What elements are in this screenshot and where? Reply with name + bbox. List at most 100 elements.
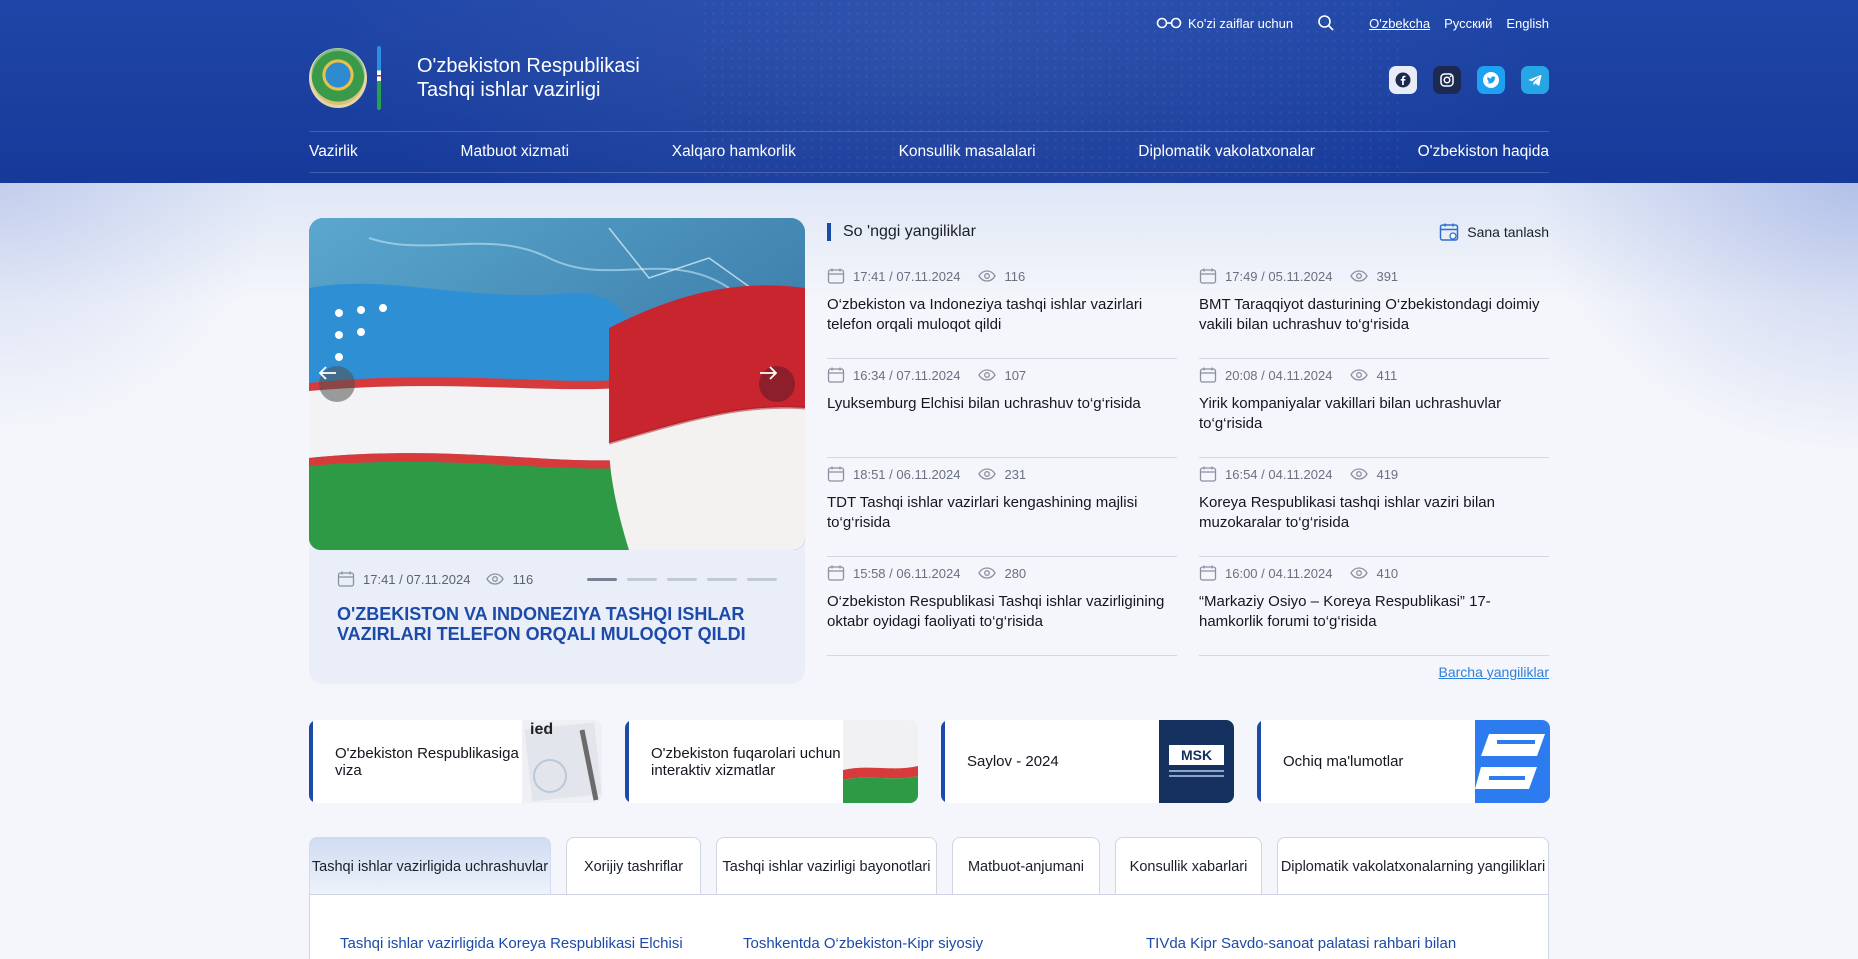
date-picker-button[interactable]: Sana tanlash xyxy=(1439,222,1549,242)
lang-uz[interactable]: O'zbekcha xyxy=(1369,16,1430,31)
hero-title[interactable]: O'zbekiston va Indoneziya tashqi ishlar … xyxy=(337,604,777,644)
calendar-icon xyxy=(1199,367,1217,383)
nav-konsullik-masalalari[interactable]: Konsullik masalalari xyxy=(899,143,1036,161)
news-item[interactable]: 18:51 / 06.11.2024 231 TDT Tashqi ishlar v… xyxy=(827,458,1177,557)
news-meta: 18:51 / 06.11.2024 231 xyxy=(827,465,1177,483)
hero-image-flags[interactable] xyxy=(309,218,805,550)
nav-matbuot-xizmati[interactable]: Matbuot xizmati xyxy=(461,143,570,161)
search-icon[interactable] xyxy=(1317,14,1335,32)
nav-vazirlik[interactable]: Vazirlik xyxy=(309,143,358,161)
news-title[interactable]: Lyuksemburg Elchisi bilan uchrashuv to‘g… xyxy=(827,394,1177,414)
lang-en[interactable]: English xyxy=(1506,16,1549,31)
flag-stripe xyxy=(377,46,381,110)
panel-news-link[interactable]: Toshkentda O‘zbekiston-Kipr siyosiy xyxy=(743,935,983,952)
news-title[interactable]: O‘zbekiston Respublikasi Tashqi ishlar v… xyxy=(827,592,1177,632)
calendar-icon xyxy=(1440,223,1459,241)
eye-icon xyxy=(1350,567,1369,579)
card-visa[interactable]: O'zbekiston Respublikasiga viza ied xyxy=(309,720,602,803)
news-views: 116 xyxy=(1004,268,1026,284)
all-news-link[interactable]: Barcha yangiliklar xyxy=(1439,664,1550,680)
nav-diplomatik-vakolatxonalar[interactable]: Diplomatik vakolatxonalar xyxy=(1138,143,1315,161)
eye-icon xyxy=(486,573,505,585)
news-datetime: 18:51 / 06.11.2024 xyxy=(853,466,961,482)
news-title[interactable]: Yirik kompaniyalar vakillari bilan uchra… xyxy=(1199,394,1549,434)
calendar-icon xyxy=(337,571,355,587)
nav-xalqaro-hamkorlik[interactable]: Xalqaro hamkorlik xyxy=(672,143,796,161)
tab-diplomatic-missions-news[interactable]: Diplomatik vakolatxonalarning yangilikla… xyxy=(1277,837,1549,895)
tab-meetings[interactable]: Tashqi ishlar vazirligida uchrashuvlar xyxy=(309,837,551,895)
news-item[interactable]: 16:34 / 07.11.2024 107 Lyuksemburg Elchisi… xyxy=(827,359,1177,458)
news-item[interactable]: 16:54 / 04.11.2024 419 Koreya Respublikasi… xyxy=(1199,458,1549,557)
accessibility-label: Ko'zi zaiflar uchun xyxy=(1188,15,1294,31)
news-item[interactable]: 17:41 / 07.11.2024 116 O‘zbekiston va Indo… xyxy=(827,260,1177,359)
lang-ru[interactable]: Русский xyxy=(1444,16,1492,31)
background-glow-left xyxy=(0,183,320,483)
calendar-icon xyxy=(1199,565,1217,581)
slider-pagination xyxy=(587,578,777,581)
news-meta: 15:58 / 06.11.2024 280 xyxy=(827,564,1177,582)
slider-dot[interactable] xyxy=(747,578,777,581)
news-meta: 17:49 / 05.11.2024 391 xyxy=(1199,267,1549,285)
site-header: Ko'zi zaiflar uchun O'zbekcha Русский En… xyxy=(0,0,1858,183)
visa-thumb-text: ied xyxy=(530,721,553,738)
slider-next-button[interactable] xyxy=(759,366,795,402)
news-item[interactable]: 17:49 / 05.11.2024 391 BMT Taraqqiyot dast… xyxy=(1199,260,1549,359)
news-views: 391 xyxy=(1376,268,1399,284)
tab-press-conference[interactable]: Matbuot-anjumani xyxy=(952,837,1100,895)
calendar-icon xyxy=(827,367,845,383)
latest-news: So 'nggi yangiliklar Sana tanlash 17:41 … xyxy=(827,218,1549,680)
slider-dot[interactable] xyxy=(627,578,657,581)
open-data-logo xyxy=(1475,720,1550,803)
panel-news-link[interactable]: TIVda Kipr Savdo-sanoat palatasi rahbari… xyxy=(1146,935,1456,952)
panel-news-link[interactable]: Tashqi ishlar vazirligida Koreya Respubl… xyxy=(340,935,683,952)
news-item[interactable]: 15:58 / 06.11.2024 280 O‘zbekiston Respubl… xyxy=(827,557,1177,656)
hero-slider[interactable]: 17:41 / 07.11.2024 116 O'zbekiston va In… xyxy=(309,218,805,684)
card-label: Saylov - 2024 xyxy=(967,753,1059,770)
news-title[interactable]: TDT Tashqi ishlar vazirlari kengashining… xyxy=(827,493,1177,533)
social-links xyxy=(1389,66,1549,94)
topbar: Ko'zi zaiflar uchun O'zbekcha Русский En… xyxy=(309,10,1549,36)
news-title[interactable]: BMT Taraqqiyot dasturining O‘zbekistonda… xyxy=(1199,295,1549,335)
news-views: 107 xyxy=(1004,367,1027,383)
hero-datetime: 17:41 / 07.11.2024 xyxy=(363,571,471,587)
glasses-icon xyxy=(1156,17,1182,29)
slider-dot[interactable] xyxy=(667,578,697,581)
slider-prev-button[interactable] xyxy=(319,366,355,402)
news-item[interactable]: 20:08 / 04.11.2024 411 Yirik kompaniyalar … xyxy=(1199,359,1549,458)
tab-consular-news[interactable]: Konsullik xabarlari xyxy=(1115,837,1262,895)
slider-dot[interactable] xyxy=(587,578,617,581)
twitter-icon[interactable] xyxy=(1477,66,1505,94)
calendar-icon xyxy=(1199,268,1217,284)
news-views: 410 xyxy=(1376,565,1399,581)
news-title[interactable]: “Markaziy Osiyo – Koreya Respublikasi” 1… xyxy=(1199,592,1549,632)
tab-statements[interactable]: Tashqi ishlar vazirligi bayonotlari xyxy=(716,837,937,895)
tab-foreign-visits[interactable]: Xorijiy tashriflar xyxy=(566,837,701,895)
news-title[interactable]: Koreya Respublikasi tashqi ishlar vaziri… xyxy=(1199,493,1549,533)
arrow-right-icon xyxy=(760,366,777,380)
nav-ozbekiston-haqida[interactable]: O'zbekiston haqida xyxy=(1418,143,1549,161)
eye-icon xyxy=(1350,270,1369,282)
brand[interactable]: O'zbekiston Respublikasi Tashqi ishlar v… xyxy=(309,44,1549,112)
facebook-icon[interactable] xyxy=(1389,66,1417,94)
card-open-data[interactable]: Ochiq ma'lumotlar xyxy=(1257,720,1550,803)
news-item[interactable]: 16:00 / 04.11.2024 410 “Markaziy Osiyo – K… xyxy=(1199,557,1549,656)
hero-meta: 17:41 / 07.11.2024 116 xyxy=(337,570,533,588)
brand-title: O'zbekiston Respublikasi Tashqi ishlar v… xyxy=(417,54,640,102)
card-interactive-services[interactable]: O'zbekiston fuqarolari uchun interaktiv … xyxy=(625,720,918,803)
news-title[interactable]: O‘zbekiston va Indoneziya tashqi ishlar … xyxy=(827,295,1177,335)
telegram-icon[interactable] xyxy=(1521,66,1549,94)
visa-thumbnail: ied xyxy=(522,720,602,803)
instagram-icon[interactable] xyxy=(1433,66,1461,94)
card-elections[interactable]: Saylov - 2024 MSK xyxy=(941,720,1234,803)
slider-dot[interactable] xyxy=(707,578,737,581)
date-picker-label: Sana tanlash xyxy=(1467,224,1549,240)
news-datetime: 15:58 / 06.11.2024 xyxy=(853,565,961,581)
card-accent xyxy=(1257,720,1261,803)
accessibility-toggle[interactable]: Ko'zi zaiflar uchun xyxy=(1156,16,1293,31)
calendar-icon xyxy=(827,565,845,581)
msk-logo-text: MSK xyxy=(1181,747,1212,763)
flags-illustration xyxy=(309,218,805,550)
news-datetime: 20:08 / 04.11.2024 xyxy=(1225,367,1333,383)
news-tabs: Tashqi ishlar vazirligida uchrashuvlar X… xyxy=(309,837,1549,895)
news-views: 419 xyxy=(1376,466,1399,482)
